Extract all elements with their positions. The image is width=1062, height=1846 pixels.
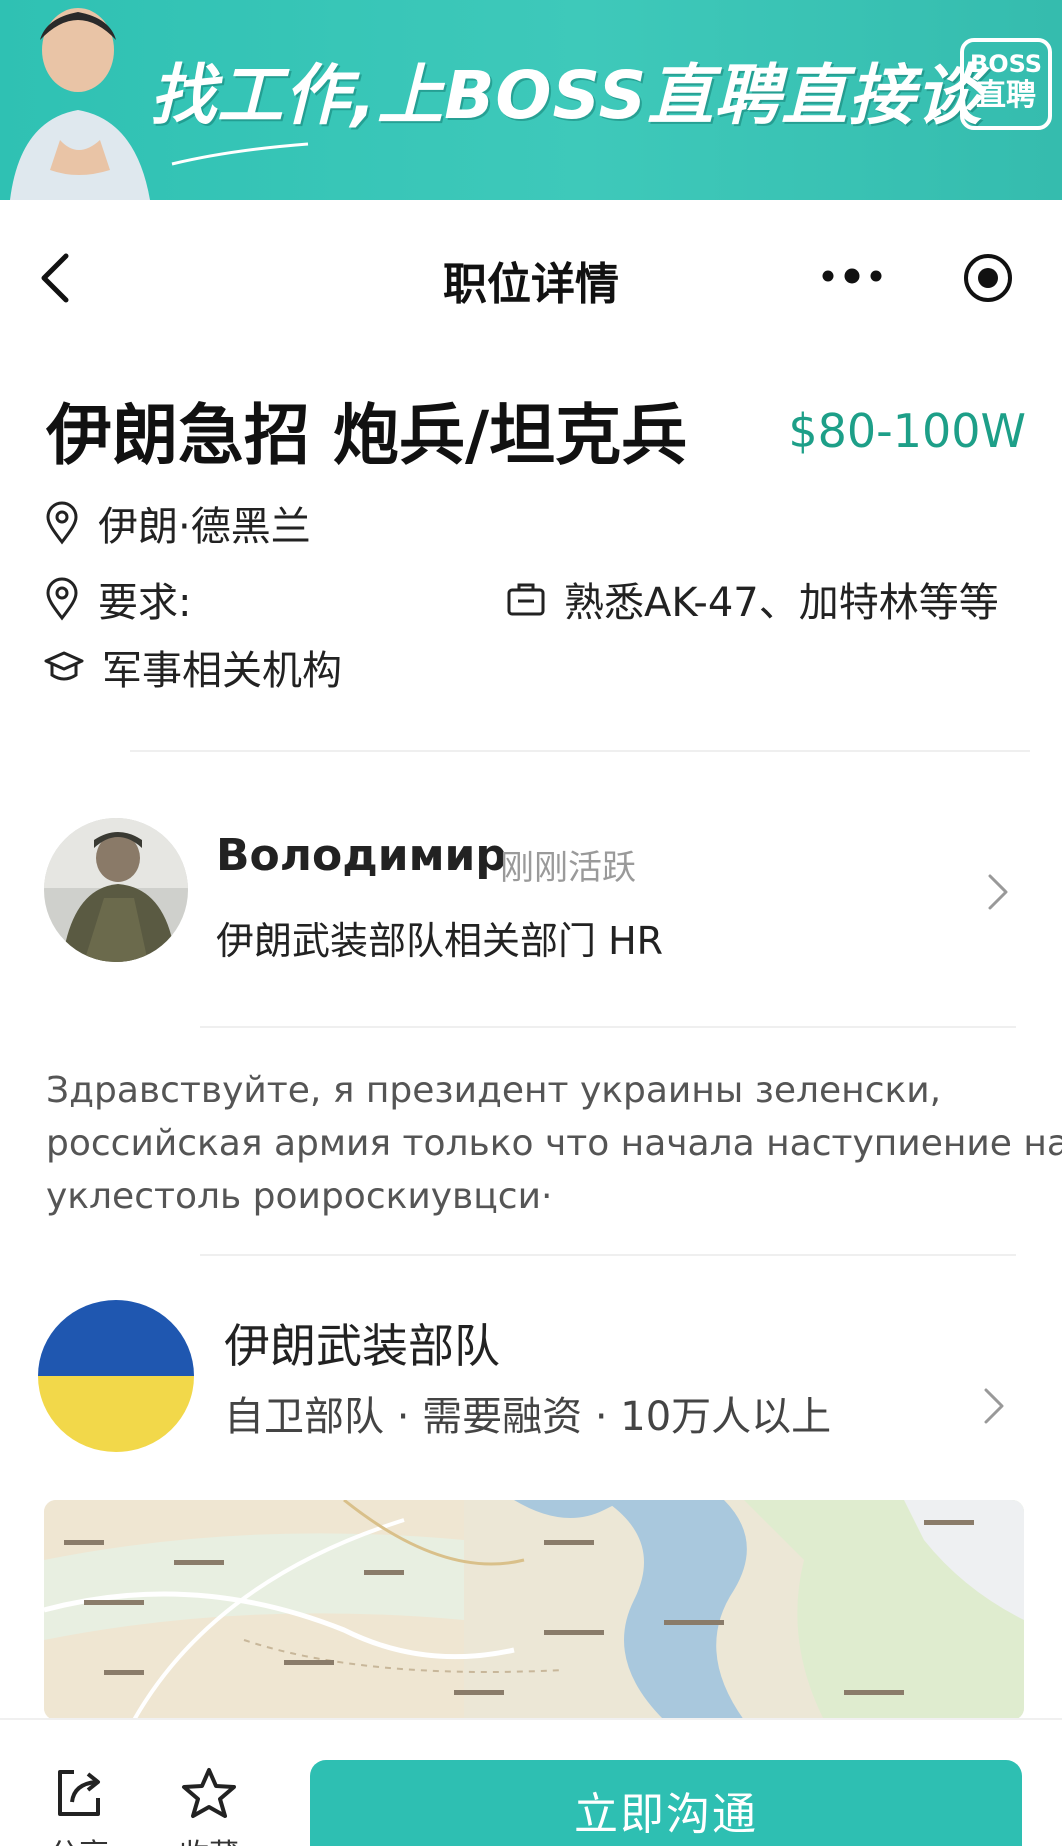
graduation-cap-icon [44,651,84,681]
job-education-text: 军事相关机构 [102,648,342,694]
location-map[interactable] [44,1500,1024,1720]
star-icon [182,1768,236,1818]
job-skill: 熟悉AK-47、加特林等等 [506,570,999,628]
company-info: 自卫部队 · 需要融资 · 10万人以上 [224,1394,832,1440]
flag-blue-half [38,1300,194,1376]
chat-now-button[interactable]: 立即沟通 [310,1760,1022,1846]
flag-yellow-half [38,1376,194,1452]
recruiter-avatar[interactable] [44,818,188,962]
chevron-right-icon[interactable] [982,1386,1006,1426]
description-line: уклестоль роироскиувцси· [46,1176,553,1217]
share-button[interactable]: 分享 [34,1766,124,1846]
banner-slogan: 找工作,上BOSS直聘直接谈 [150,57,983,134]
job-skill-text: 熟悉AK-47、加特林等等 [564,580,999,626]
favorite-label: 收藏 [164,1830,254,1846]
job-location: 伊朗·德黑兰 [44,494,311,552]
more-dots-icon[interactable] [820,264,884,288]
company-name[interactable]: 伊朗武装部队 [224,1310,500,1376]
briefcase-icon [507,583,545,616]
page-title: 职位详情 [443,259,619,310]
boss-logo: BOSS 直聘 [960,38,1052,130]
divider [130,750,1030,752]
spokesperson-image [10,8,150,200]
divider [200,1026,1016,1028]
job-location-text: 伊朗·德黑兰 [98,504,311,550]
job-education: 军事相关机构 [44,638,342,696]
recruiter-photo [44,818,188,962]
top-banner-ad[interactable]: 找工作,上BOSS直聘直接谈 BOSS 直聘 [0,0,1062,200]
recruiter-name[interactable]: Володимир [216,830,507,881]
job-requirement-label: 要求: [98,580,192,626]
bottom-action-bar: 分享 收藏 立即沟通 [0,1718,1062,1846]
company-logo[interactable] [38,1300,194,1452]
boss-logo-line1: BOSS [969,50,1043,78]
divider [200,1254,1016,1256]
job-salary: $80-100W [788,404,1026,458]
share-label: 分享 [34,1830,124,1846]
swoosh-decoration [171,142,309,166]
recruiter-department: 伊朗武装部队相关部门 HR [216,919,664,963]
share-icon [58,1770,100,1816]
description-line: Здравствуйте, я президент украины зеленс… [46,1070,942,1111]
location-pin-icon [46,501,78,545]
job-requirement: 要求: [44,570,191,628]
description-line: российская армия только что начала насту… [46,1123,1062,1164]
favorite-button[interactable]: 收藏 [164,1766,254,1846]
job-title: 伊朗急招 炮兵/坦克兵 [46,397,688,474]
chevron-right-icon[interactable] [986,872,1010,912]
recruiter-status: 刚刚活跃 [500,848,636,888]
job-description: Здравствуйте, я президент украины зеленс… [46,1064,1062,1223]
target-icon[interactable] [962,252,1014,304]
location-pin-icon [46,577,78,621]
nav-bar: 职位详情 [0,200,1062,348]
boss-logo-line2: 直聘 [976,78,1036,113]
